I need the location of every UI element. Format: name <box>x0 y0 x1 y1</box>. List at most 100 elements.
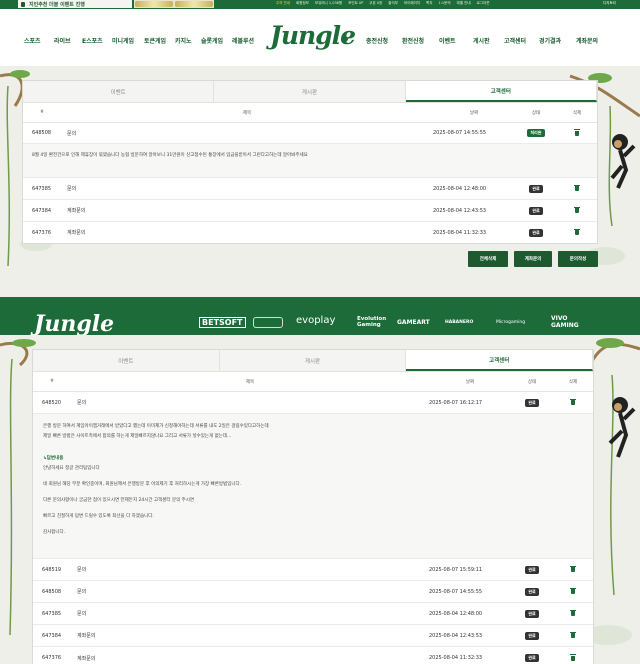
trash-icon[interactable] <box>574 129 580 136</box>
tab-board[interactable]: 게시판 <box>214 81 406 102</box>
trash-icon[interactable] <box>570 398 576 405</box>
inquiry-body: 8월 4일 환전건으로 인해 제휴장이 묶였습니다 농협 방문하여 알아보니 3… <box>23 144 597 178</box>
provider-logo: HABANERO <box>445 320 474 325</box>
nav-item[interactable]: 라이브 <box>54 36 71 45</box>
trash-icon[interactable] <box>570 609 576 616</box>
top-link[interactable]: 쪽지 <box>426 1 432 6</box>
support-panel: 이벤트 게시판 고객센터 # 제목 날짜 상태 삭제 648508 문의 202… <box>22 80 598 244</box>
top-link[interactable]: 1:1문의 <box>438 1 450 6</box>
site-logo[interactable]: Jungle <box>270 21 356 50</box>
nav-item[interactable]: 계좌문의 <box>576 36 598 45</box>
table-row[interactable]: 647384 계좌문의 2025-08-04 12:43:53 완료 <box>33 625 593 647</box>
row-num: 647385 <box>32 185 52 192</box>
trash-icon[interactable] <box>574 206 580 213</box>
trash-icon[interactable] <box>570 565 576 572</box>
row-date: 2025-08-07 14:55:55 <box>429 588 483 595</box>
tab-board[interactable]: 게시판 <box>219 350 407 371</box>
trash-icon[interactable] <box>574 228 580 235</box>
row-title[interactable]: 문의 <box>71 588 429 595</box>
nav-item[interactable]: 충전신청 <box>366 36 388 45</box>
table-row[interactable]: 648520 문의 2025-08-07 16:12:17 완료 <box>33 392 593 414</box>
footer-logo: Jungle <box>34 311 115 337</box>
table-row[interactable]: 648508 문의 2025-08-07 14:55:55 처리완 <box>23 123 597 144</box>
nav-item[interactable]: 스포츠 <box>24 36 41 45</box>
trash-icon[interactable] <box>570 631 576 638</box>
paw-icon <box>342 36 348 42</box>
ad-banner[interactable] <box>134 0 214 8</box>
nav-item[interactable]: 게시판 <box>473 36 490 45</box>
status-badge: 완료 <box>525 565 539 574</box>
table-row[interactable]: 647376 계좌문의 2025-08-04 11:32:33 완료 <box>33 647 593 664</box>
row-num: 648508 <box>42 588 62 595</box>
row-title[interactable]: 문의 <box>71 399 429 406</box>
user-name[interactable]: 디지토리 <box>603 1 616 6</box>
trash-icon[interactable] <box>570 654 576 661</box>
top-link[interactable]: 쿠폰 0장 <box>369 1 382 6</box>
nav-item[interactable]: 환전신청 <box>402 36 424 45</box>
answer-line: 네 회원님 해당 부분 확인중이며, 회원님께서 은행방문 후 이의제기 후 처… <box>43 482 242 487</box>
top-link[interactable]: 보유머니 1,038원 <box>315 1 342 6</box>
row-title[interactable]: 계좌문의 <box>71 655 429 662</box>
table-row[interactable]: 647385 문의 2025-08-04 12:48:00 완료 <box>33 603 593 625</box>
status-badge: 완료 <box>529 228 543 237</box>
trash-icon[interactable] <box>570 587 576 594</box>
row-title[interactable]: 문의 <box>71 610 429 617</box>
col-num: # <box>40 110 44 115</box>
table-row[interactable]: 648508 문의 2025-08-07 14:55:55 완료 <box>33 581 593 603</box>
col-date: 날짜 <box>465 379 475 385</box>
top-link[interactable]: 포인트 0P <box>348 1 363 6</box>
row-date: 2025-08-07 16:12:17 <box>429 399 483 406</box>
nav-item[interactable]: 슬롯게임 <box>201 36 223 45</box>
top-link[interactable]: 마이페이지 <box>404 1 420 6</box>
nav-item[interactable]: 레볼루션 <box>232 36 254 45</box>
inquiry-text: 8월 4일 환전건으로 인해 제휴장이 묶였습니다 농협 방문하여 알아보니 3… <box>32 153 308 158</box>
table-row[interactable]: 647384 계좌문의 2025-08-04 12:43:53 완료 <box>23 200 597 222</box>
nav-item[interactable]: 고객센터 <box>504 36 526 45</box>
row-date: 2025-08-04 11:32:33 <box>433 229 487 236</box>
table-row[interactable]: 647385 문의 2025-08-04 12:48:00 완료 <box>23 178 597 200</box>
row-title[interactable]: 계좌문의 <box>61 207 433 214</box>
answer-line: 빠르고 친절하게 답변 드릴수 있도록 최선을 다 하겠습니다. <box>43 514 154 519</box>
tab-support[interactable]: 고객센터 <box>406 350 594 371</box>
col-date: 날짜 <box>469 110 479 116</box>
top-link[interactable]: 레벨 안내 <box>457 1 471 6</box>
tab-event[interactable]: 이벤트 <box>33 350 220 371</box>
row-title[interactable]: 계좌문의 <box>71 632 429 639</box>
table-row[interactable]: 647376 계좌문의 2025-08-04 11:32:33 완료 <box>23 222 597 243</box>
row-title[interactable]: 문의 <box>61 130 433 137</box>
col-title: 제목 <box>245 379 255 385</box>
account-inquiry-button[interactable]: 계좌문의 <box>514 251 552 267</box>
col-delete: 삭제 <box>572 110 582 116</box>
status-badge: 처리완 <box>527 129 545 137</box>
row-title[interactable]: 계좌문의 <box>61 229 433 236</box>
referral-promo-banner[interactable]: 지인추천 더블 이벤트 진행 <box>18 0 132 8</box>
row-date: 2025-08-04 11:32:33 <box>429 655 483 661</box>
col-delete: 삭제 <box>568 379 578 385</box>
nav-item[interactable]: 미니게임 <box>112 36 134 45</box>
nav-item[interactable]: 토큰게임 <box>144 36 166 45</box>
row-num: 647384 <box>42 632 62 639</box>
top-link[interactable]: 로그아웃 <box>477 1 490 6</box>
provider-logo: Microgaming <box>496 320 526 325</box>
nav-item[interactable]: 카지노 <box>175 36 192 45</box>
write-inquiry-button[interactable]: 문의작성 <box>558 251 598 267</box>
promo-label: 지인추천 더블 이벤트 진행 <box>29 1 85 8</box>
top-bar: 지인추천 더블 이벤트 진행 주의 안내 회원정보 보유머니 1,038원 포인… <box>0 0 640 9</box>
delete-all-button[interactable]: 전체삭제 <box>468 251 508 267</box>
nav-item[interactable]: E스포츠 <box>82 36 103 45</box>
top-link[interactable]: 출석부 <box>388 1 398 6</box>
top-link[interactable]: 회원정보 <box>296 1 309 6</box>
tab-event[interactable]: 이벤트 <box>23 81 215 102</box>
status-badge: 완료 <box>529 206 543 215</box>
top-link[interactable]: 주의 안내 <box>276 1 290 6</box>
row-title[interactable]: 문의 <box>61 185 433 192</box>
nav-item[interactable]: 경기결과 <box>539 36 561 45</box>
table-row[interactable]: 648519 문의 2025-08-07 15:59:11 완료 <box>33 559 593 581</box>
status-badge: 완료 <box>529 184 543 193</box>
row-num: 648519 <box>42 566 62 573</box>
trash-icon[interactable] <box>574 184 580 191</box>
col-status: 상태 <box>527 379 537 385</box>
tab-support[interactable]: 고객센터 <box>405 81 597 102</box>
nav-item[interactable]: 이벤트 <box>439 36 456 45</box>
row-title[interactable]: 문의 <box>71 566 429 573</box>
